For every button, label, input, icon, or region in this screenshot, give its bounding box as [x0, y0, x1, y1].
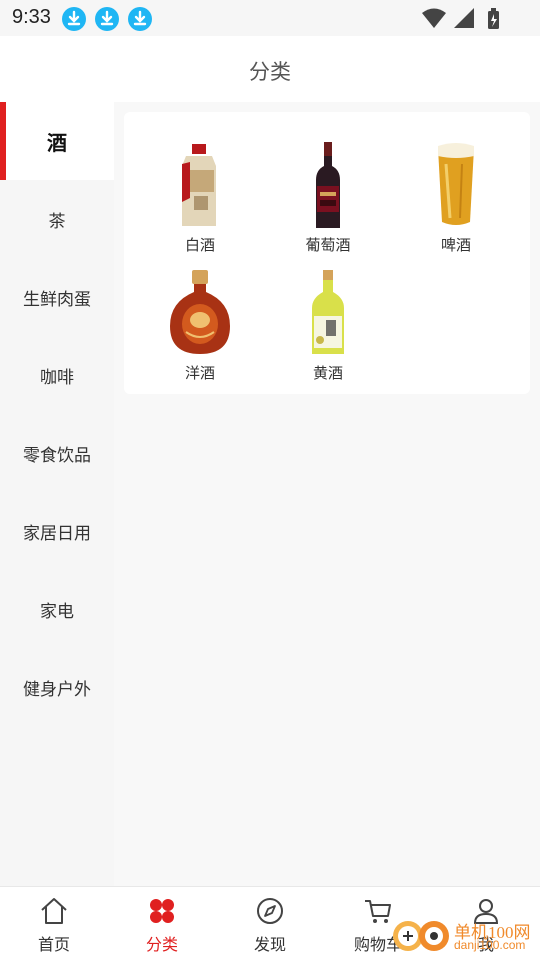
subcategory-label: 黄酒: [312, 364, 343, 382]
wifi-icon: [422, 8, 446, 28]
category-icon: [150, 899, 174, 923]
subcategory-label: 白酒: [184, 236, 215, 254]
subcategory-baijiu[interactable]: 白酒: [136, 126, 264, 254]
subcategory-yellow-wine[interactable]: 黄酒: [264, 254, 392, 382]
subcategory-spirits[interactable]: 洋酒: [136, 254, 264, 382]
beer-glass-image: [438, 143, 474, 225]
compass-icon: [257, 898, 283, 924]
sidebar-item-coffee[interactable]: 咖啡: [0, 336, 114, 414]
subcategory-label: 洋酒: [184, 364, 215, 382]
download-icon: [95, 7, 119, 31]
subcategory-label: 啤酒: [440, 236, 471, 254]
system-status-icons: [422, 8, 499, 29]
sidebar-item-household[interactable]: 家居日用: [0, 492, 114, 570]
tab-label: 分类: [145, 935, 178, 954]
sidebar-item-fitness[interactable]: 健身户外: [0, 648, 114, 726]
watermark-url: danji100.com: [454, 938, 526, 952]
tab-label: 发现: [253, 935, 286, 954]
download-icon: [128, 7, 152, 31]
wine-bottle-image: [316, 142, 340, 228]
subcategory-wine[interactable]: 葡萄酒: [264, 126, 392, 254]
tab-home[interactable]: 首页: [0, 887, 108, 960]
tab-discover[interactable]: 发现: [216, 887, 324, 960]
category-sidebar: 酒 茶 生鲜肉蛋 咖啡 零食饮品 家居日用 家电 健身户外: [0, 102, 114, 886]
sidebar-item-tea[interactable]: 茶: [0, 180, 114, 258]
tab-category[interactable]: 分类: [108, 887, 216, 960]
watermark-logo: [393, 921, 449, 951]
battery-charging-icon: [488, 8, 499, 29]
page-title: 分类: [249, 60, 291, 84]
sidebar-item-liquor[interactable]: 酒: [0, 102, 114, 180]
signal-icon: [454, 8, 474, 28]
subcategory-label: 葡萄酒: [305, 236, 351, 254]
download-icon: [62, 7, 86, 31]
sidebar-item-fresh-food[interactable]: 生鲜肉蛋: [0, 258, 114, 336]
home-icon: [41, 898, 67, 924]
header: 分类: [0, 36, 540, 102]
subcategory-beer[interactable]: 啤酒: [392, 126, 520, 254]
cognac-bottle-image: [170, 270, 230, 354]
status-time: 9:33: [12, 6, 51, 28]
sidebar-item-snacks[interactable]: 零食饮品: [0, 414, 114, 492]
baijiu-bottle-image: [182, 144, 216, 226]
tab-label: 首页: [37, 935, 70, 954]
watermark: 单机100网 danji100.com: [388, 916, 538, 956]
sidebar-item-appliances[interactable]: 家电: [0, 570, 114, 648]
subcategory-grid: 白酒 葡萄酒 啤酒 洋酒 黄酒: [124, 112, 530, 394]
yellow-wine-bottle-image: [312, 270, 344, 354]
status-bar: 9:33: [0, 0, 540, 36]
category-content: 白酒 葡萄酒 啤酒 洋酒 黄酒: [114, 102, 540, 886]
